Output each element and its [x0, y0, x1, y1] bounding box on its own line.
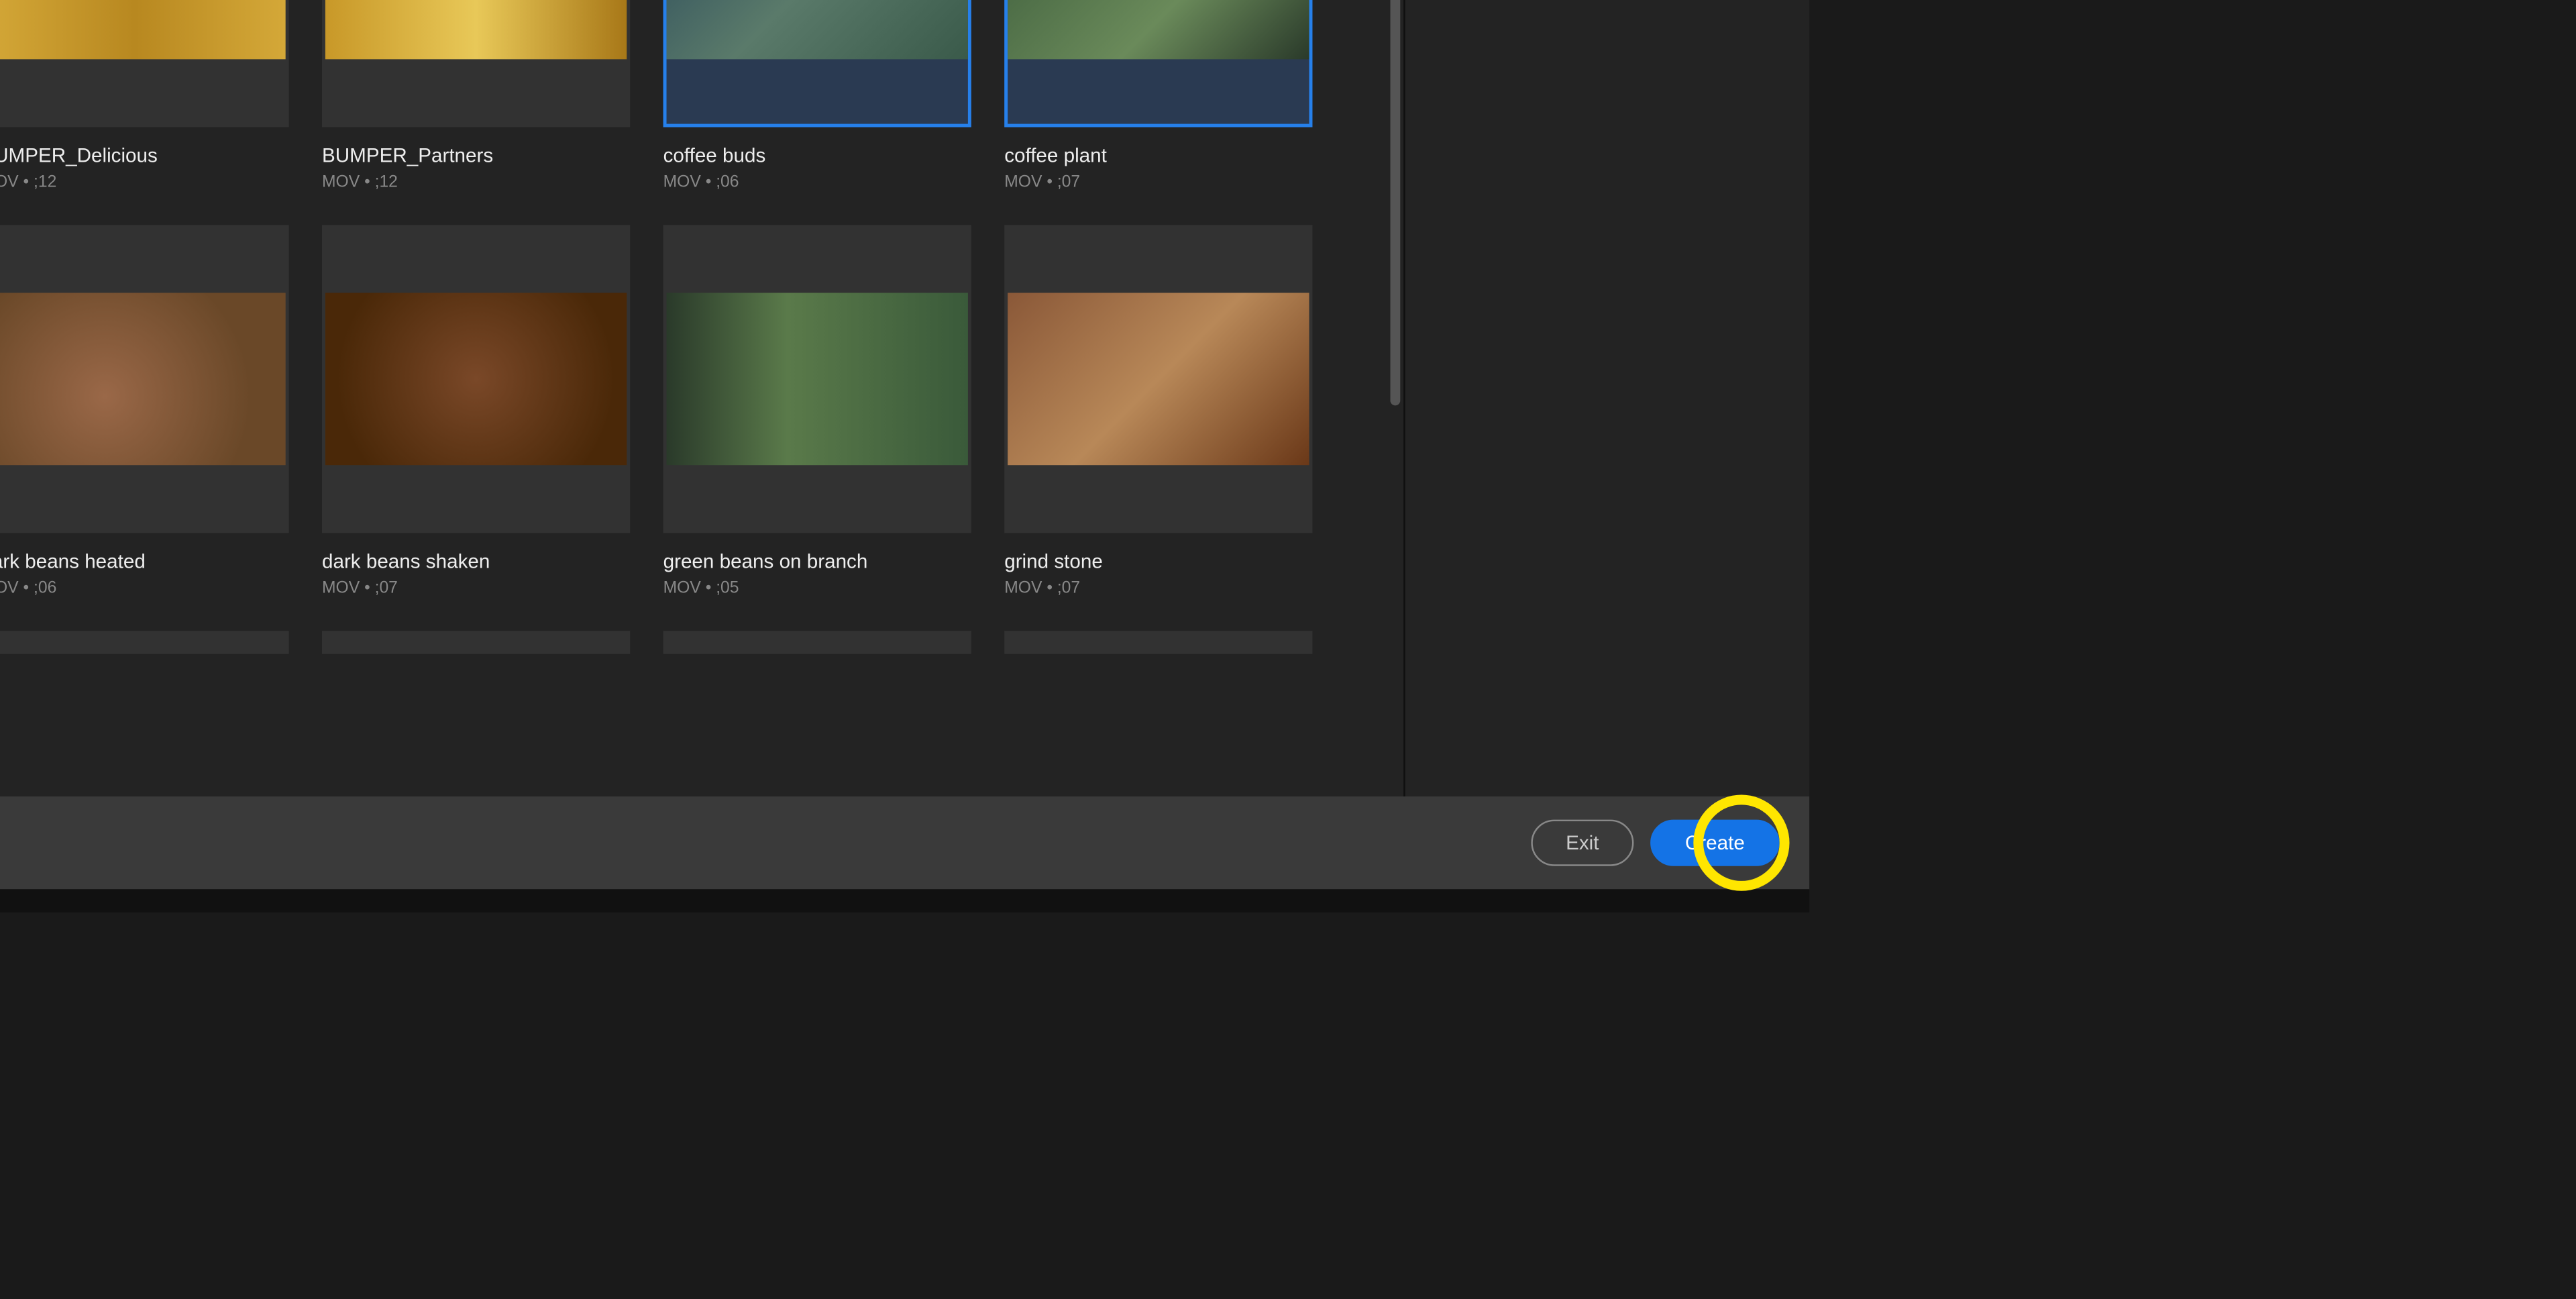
- clip-metadata: MOV • ;12: [322, 174, 630, 192]
- clip-metadata: MOV • ;12: [0, 174, 289, 192]
- clip-preview-image: [325, 0, 627, 59]
- clip-name: dark beans shaken: [322, 550, 630, 573]
- clip-thumbnail[interactable]: [0, 0, 289, 127]
- clip-item[interactable]: BUMPER_Delicious MOV • ;12: [0, 0, 289, 192]
- clip-metadata: MOV • ;07: [1004, 174, 1312, 192]
- clip-item[interactable]: dark beans shaken MOV • ;07: [322, 225, 630, 598]
- clip-metadata: MOV • ;07: [322, 580, 630, 598]
- clip-preview-image: [1008, 0, 1309, 59]
- clip-item[interactable]: [0, 631, 289, 654]
- clip-item[interactable]: [322, 631, 630, 654]
- app-window: Import Edit Export No Project Open Proje…: [0, 0, 1809, 913]
- clip-item[interactable]: dark beans heated MOV • ;06: [0, 225, 289, 598]
- media-browser: › DPL 03 › Delicious Peace ✓beans: [0, 0, 1403, 796]
- clip-item[interactable]: ✓ coffee plant MOV • ;07: [1004, 0, 1312, 192]
- selection-tray: 1 Exit Create: [0, 796, 1809, 889]
- clip-item[interactable]: ✓ coffee buds MOV • ;06: [663, 0, 971, 192]
- clip-item[interactable]: [663, 631, 971, 654]
- clip-preview-image: [667, 293, 968, 465]
- clip-thumbnail[interactable]: [1004, 631, 1312, 654]
- clip-thumbnail[interactable]: [322, 0, 630, 127]
- clip-metadata: MOV • ;05: [663, 580, 971, 598]
- clip-item[interactable]: green beans on branch MOV • ;05: [663, 225, 971, 598]
- clip-name: BUMPER_Delicious: [0, 144, 289, 167]
- main-area: FAVORITES Sample Media LOCAL Home Deskto…: [0, 0, 1809, 796]
- clip-thumbnail[interactable]: [0, 225, 289, 533]
- clip-metadata: MOV • ;07: [1004, 580, 1312, 598]
- clip-name: coffee plant: [1004, 144, 1312, 167]
- scrollbar-vertical[interactable]: [1390, 0, 1400, 405]
- clip-thumbnail[interactable]: [322, 225, 630, 533]
- clip-metadata: MOV • ;06: [663, 174, 971, 192]
- clip-thumbnail[interactable]: [1004, 225, 1312, 533]
- clip-item[interactable]: grind stone MOV • ;07: [1004, 225, 1312, 598]
- clip-thumbnail[interactable]: [322, 631, 630, 654]
- clip-name: green beans on branch: [663, 550, 971, 573]
- clip-thumbnail[interactable]: [663, 225, 971, 533]
- create-button[interactable]: Create: [1650, 820, 1780, 866]
- clip-thumbnail[interactable]: [0, 631, 289, 654]
- clip-name: grind stone: [1004, 550, 1312, 573]
- status-bar: [0, 889, 1809, 913]
- exit-button[interactable]: Exit: [1531, 820, 1633, 866]
- clip-item[interactable]: [1004, 631, 1312, 654]
- clip-thumbnail[interactable]: ✓: [663, 0, 971, 127]
- clip-preview-image: [325, 293, 627, 465]
- clip-thumbnail[interactable]: [663, 631, 971, 654]
- clip-metadata: MOV • ;06: [0, 580, 289, 598]
- clip-preview-image: [1008, 293, 1309, 465]
- clip-grid: ✓beans being hulledMOV • ;03BUMPER_Delic…: [0, 0, 1403, 796]
- clip-thumbnail[interactable]: ✓: [1004, 0, 1312, 127]
- clip-preview-image: [0, 0, 286, 59]
- clip-preview-image: [0, 293, 286, 465]
- clip-name: dark beans heated: [0, 550, 289, 573]
- clip-item[interactable]: BUMPER_Partners MOV • ;12: [322, 0, 630, 192]
- clip-preview-image: [667, 0, 968, 59]
- import-settings-panel: Import settings ›Copy media›New bin›Crea…: [1403, 0, 1809, 796]
- clip-name: BUMPER_Partners: [322, 144, 630, 167]
- clip-name: coffee buds: [663, 144, 971, 167]
